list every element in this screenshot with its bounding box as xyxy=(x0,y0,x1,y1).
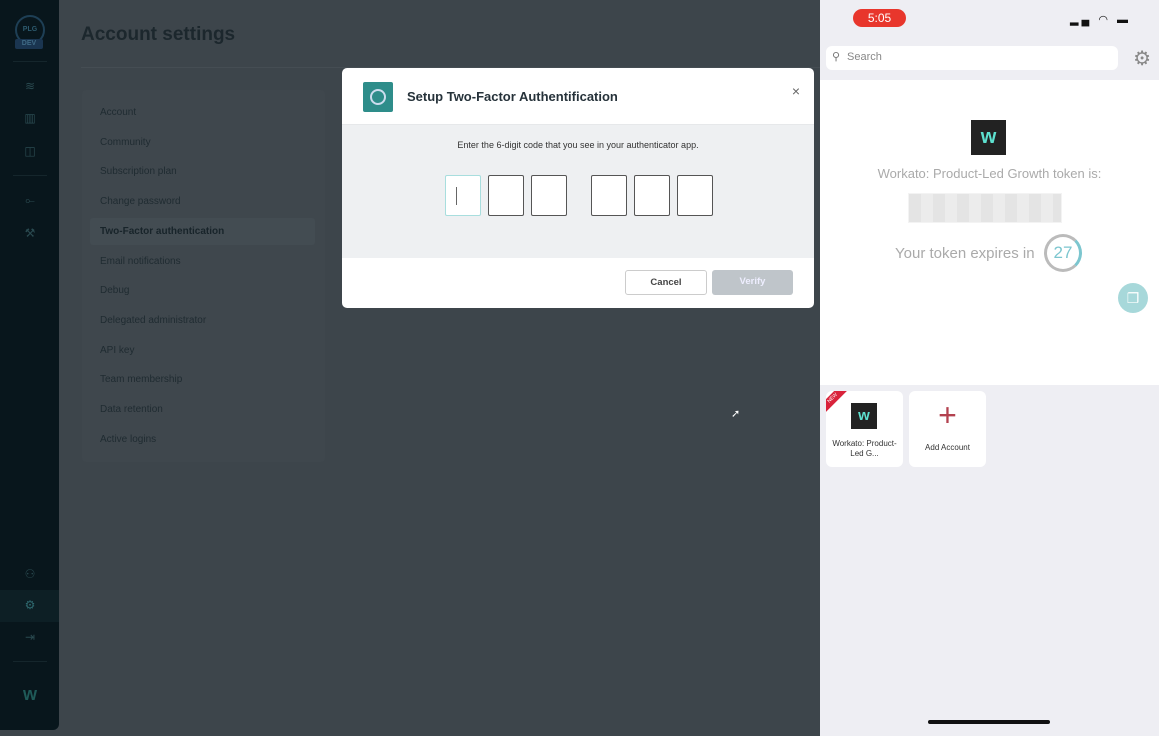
menu-item-password[interactable]: Change password xyxy=(100,196,181,207)
token-label: Workato: Product-Led Growth token is: xyxy=(877,166,1102,181)
token-value-blurred xyxy=(908,193,1062,223)
instruction-text: Enter the 6-digit code that you see in y… xyxy=(457,140,699,150)
modal-body: Enter the 6-digit code that you see in y… xyxy=(342,125,814,258)
digit-input-6[interactable] xyxy=(677,175,713,216)
account-tile-workato[interactable]: NEW w Workato: Product-Led G... xyxy=(826,391,903,467)
search-input[interactable]: Search xyxy=(826,46,1118,70)
digit-input-1[interactable] xyxy=(445,175,481,216)
workato-logo: w xyxy=(851,403,877,429)
plus-icon: + xyxy=(938,397,957,433)
digit-input-2[interactable] xyxy=(488,175,524,216)
copy-icon[interactable]: ❐ xyxy=(1118,283,1148,313)
modal-header: Setup Two-Factor Authentification × xyxy=(342,68,814,125)
team-icon[interactable]: ⚇ xyxy=(20,567,40,583)
settings-menu: Account Community Subscription plan Chan… xyxy=(82,90,325,462)
settings-gear-icon[interactable]: ⚙ xyxy=(1133,46,1151,71)
token-card: w Workato: Product-Led Growth token is: … xyxy=(820,80,1159,385)
countdown-timer: 27 xyxy=(1044,234,1082,272)
digit-input-3[interactable] xyxy=(531,175,567,216)
authenticator-phone: 5:05 ▂▄ ◠ ▬ Search ⚲ ⚙ w Workato: Produc… xyxy=(820,0,1159,736)
env-badge: DEV xyxy=(15,39,43,49)
wrench-icon[interactable]: ⚒ xyxy=(20,226,40,242)
cancel-button[interactable]: Cancel xyxy=(625,270,707,295)
divider xyxy=(13,61,47,62)
menu-item-account[interactable]: Account xyxy=(100,107,136,118)
home-indicator[interactable] xyxy=(928,720,1050,724)
modal-title: Setup Two-Factor Authentification xyxy=(407,89,618,104)
signal-wifi-battery-icons: ▂▄ ◠ ▬ xyxy=(1070,14,1131,26)
two-factor-modal: Setup Two-Factor Authentification × Ente… xyxy=(342,68,814,308)
verify-button[interactable]: Verify xyxy=(712,270,793,295)
logout-icon[interactable]: ⇥ xyxy=(20,630,40,646)
mouse-cursor-icon: ➚ xyxy=(731,408,741,420)
menu-item-debug[interactable]: Debug xyxy=(100,285,129,296)
divider xyxy=(13,175,47,176)
add-account-label: Add Account xyxy=(925,443,970,452)
workato-logo: w xyxy=(971,120,1006,155)
divider xyxy=(13,661,47,662)
new-badge: NEW xyxy=(826,391,851,416)
chart-icon[interactable]: ▥ xyxy=(20,111,40,127)
search-icon: ⚲ xyxy=(832,51,841,63)
digit-input-5[interactable] xyxy=(634,175,670,216)
digit-input-4[interactable] xyxy=(591,175,627,216)
account-label: Workato: Product-Led G... xyxy=(832,439,897,458)
page-title: Account settings xyxy=(81,24,236,45)
expires-label: Your token expires in xyxy=(895,245,1035,262)
database-icon[interactable]: ≋ xyxy=(20,79,40,95)
gear-icon[interactable]: ⚙ xyxy=(20,598,40,614)
close-icon[interactable]: × xyxy=(792,83,800,99)
menu-item-team[interactable]: Team membership xyxy=(100,374,182,385)
menu-item-community[interactable]: Community xyxy=(100,137,151,148)
web-app: PLG DEV ≋ ▥ ◫ ⟜ ⚒ ⚇ ⚙ ⇥ w Account settin… xyxy=(0,0,821,736)
workato-logo-icon[interactable]: w xyxy=(15,684,45,704)
add-account-tile[interactable]: + Add Account xyxy=(909,391,986,467)
status-time: 5:05 xyxy=(853,9,906,27)
menu-item-logins[interactable]: Active logins xyxy=(100,434,156,445)
connections-icon[interactable]: ⟜ xyxy=(20,193,40,209)
menu-item-2fa[interactable]: Two-Factor authentication xyxy=(100,226,224,237)
menu-item-subscription[interactable]: Subscription plan xyxy=(100,166,177,177)
menu-item-delegated-admin[interactable]: Delegated administrator xyxy=(100,315,206,326)
menu-item-api-key[interactable]: API key xyxy=(100,345,134,356)
book-icon[interactable]: ◫ xyxy=(20,144,40,160)
menu-item-email[interactable]: Email notifications xyxy=(100,256,181,267)
sidebar: PLG DEV ≋ ▥ ◫ ⟜ ⚒ ⚇ ⚙ ⇥ w xyxy=(0,0,59,730)
menu-item-retention[interactable]: Data retention xyxy=(100,404,163,415)
authenticator-icon xyxy=(363,82,393,112)
